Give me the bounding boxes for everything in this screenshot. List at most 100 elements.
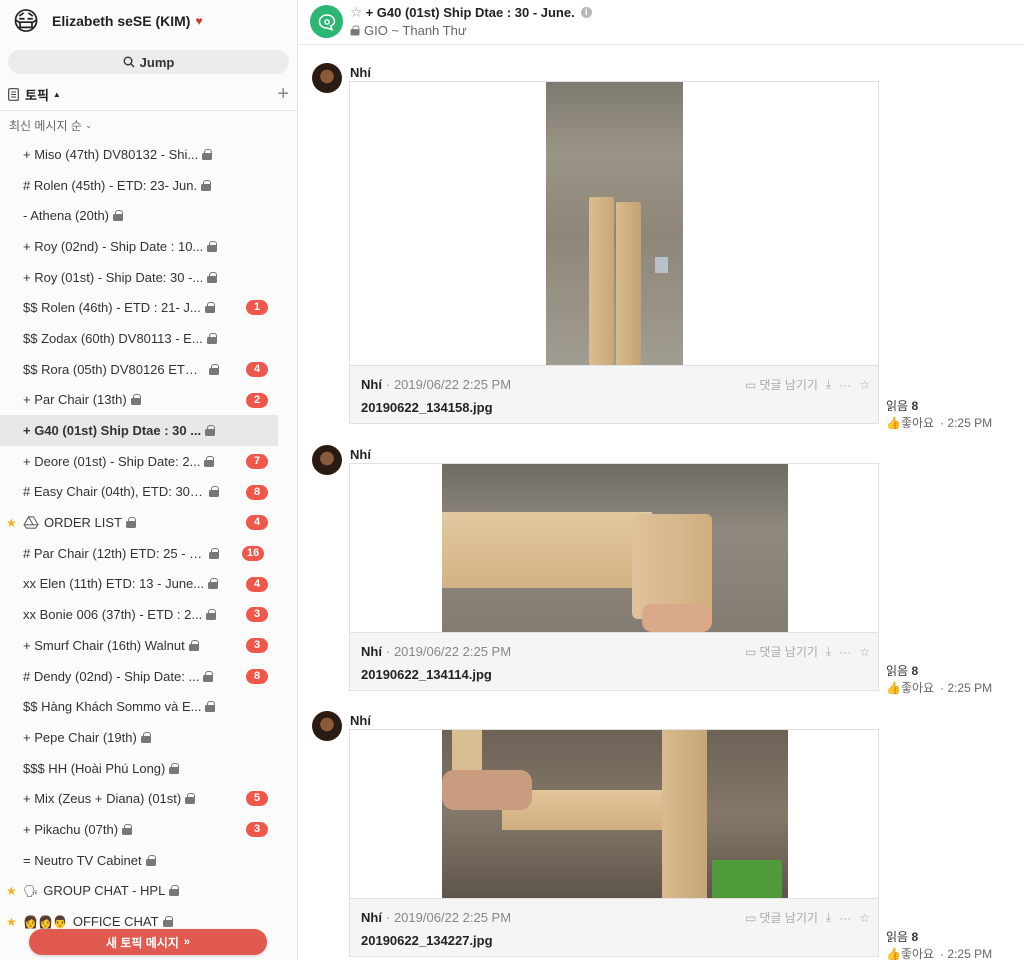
- info-icon[interactable]: i: [580, 7, 592, 18]
- topic-item-active[interactable]: + G40 (01st) Ship Dtae : 30 ...: [0, 415, 278, 446]
- topic-item[interactable]: + Smurf Chair (16th) Walnut 3: [0, 630, 297, 661]
- topic-item[interactable]: - Athena (20th): [0, 200, 297, 231]
- star-outline-icon[interactable]: ☆: [859, 378, 870, 392]
- star-outline-icon[interactable]: ☆: [859, 645, 870, 659]
- caret-up-icon[interactable]: ▲: [53, 90, 61, 99]
- thumbs-up-icon[interactable]: 👍: [886, 681, 901, 695]
- download-icon[interactable]: ⤓: [826, 910, 831, 925]
- read-status: 읽음 8 👍 좋아요 · 2:25 PM: [886, 662, 992, 696]
- lock-icon: [140, 731, 151, 743]
- like-label[interactable]: 좋아요: [901, 945, 934, 960]
- topic-item[interactable]: = Neutro TV Cabinet: [0, 845, 297, 876]
- thumbs-up-icon[interactable]: 👍: [886, 416, 901, 430]
- thumbs-up-icon[interactable]: 👍: [886, 947, 901, 960]
- lock-icon: [203, 670, 214, 682]
- image-preview[interactable]: [350, 82, 878, 365]
- topic-item[interactable]: + Pepe Chair (19th): [0, 722, 297, 753]
- read-count[interactable]: 8: [911, 399, 918, 413]
- read-status: 읽음 8 👍 좋아요 · 2:25 PM: [886, 397, 992, 431]
- topic-label: # Rolen (45th) - ETD: 23- Jun.: [23, 177, 198, 193]
- user-avatar[interactable]: 😷: [10, 5, 42, 37]
- room-subtitle: GIO ~ Thanh Thư: [350, 23, 467, 38]
- topic-item[interactable]: # Par Chair (12th) ETD: 25 - J... 16: [0, 538, 297, 569]
- room-subtitle-text[interactable]: GIO ~ Thanh Thư: [364, 23, 467, 38]
- lock-icon: [202, 148, 213, 160]
- unread-badge: 5: [246, 791, 268, 807]
- read-label: 읽음: [886, 399, 909, 413]
- topic-item[interactable]: xx Bonie 006 (37th) - ETD : 2... 3: [0, 599, 297, 630]
- avatar[interactable]: [312, 711, 342, 741]
- new-topic-message-button[interactable]: 새 토픽 메시지 »: [29, 929, 267, 955]
- topic-item[interactable]: $$ Rolen (46th) - ETD : 21- J... 1: [0, 292, 297, 323]
- sender-name[interactable]: Nhí: [350, 65, 371, 80]
- topic-item[interactable]: + Roy (02nd) - Ship Date : 10...: [0, 231, 297, 262]
- user-name[interactable]: Elizabeth seSE (KIM): [52, 13, 190, 29]
- topic-item[interactable]: $$ Hàng Khách Sommo và E...: [0, 691, 297, 722]
- avatar[interactable]: [312, 445, 342, 475]
- read-count[interactable]: 8: [911, 930, 918, 944]
- file-name[interactable]: 20190622_134114.jpg: [361, 667, 492, 682]
- unread-badge: 8: [246, 484, 268, 500]
- file-name[interactable]: 20190622_134227.jpg: [361, 933, 493, 948]
- topic-item[interactable]: # Dendy (02nd) - Ship Date: ... 8: [0, 661, 297, 692]
- topic-item[interactable]: # Easy Chair (04th), ETD: 30-... 8: [0, 477, 297, 508]
- star-icon[interactable]: ★: [6, 915, 17, 929]
- topic-label: + Miso (47th) DV80132 - Shi...: [23, 146, 199, 162]
- topic-label: GROUP CHAT - HPL: [43, 883, 166, 899]
- topics-title[interactable]: 토픽: [25, 85, 49, 104]
- lock-icon: [162, 916, 173, 928]
- star-outline-icon[interactable]: ☆: [350, 4, 363, 21]
- avatar[interactable]: [312, 63, 342, 93]
- sender-name[interactable]: Nhí: [350, 447, 371, 462]
- like-label[interactable]: 좋아요: [901, 679, 934, 696]
- topic-label: xx Bonie 006 (37th) - ETD : 2...: [23, 607, 203, 623]
- topic-label: # Par Chair (12th) ETD: 25 - J...: [23, 545, 205, 561]
- leave-comment-button[interactable]: 댓글 남기기: [759, 643, 818, 660]
- file-card: Nhí · 2019/06/22 2:25 PM 20190622_134158…: [349, 81, 879, 424]
- sort-dropdown[interactable]: 최신 메시지 순 ⌄: [0, 111, 297, 139]
- topic-item[interactable]: + Roy (01st) - Ship Date: 30 -...: [0, 262, 297, 293]
- file-meta: Nhí · 2019/06/22 2:25 PM 20190622_134158…: [350, 365, 878, 423]
- star-icon[interactable]: ★: [6, 516, 17, 530]
- image-preview[interactable]: [350, 464, 878, 632]
- file-name[interactable]: 20190622_134158.jpg: [361, 400, 493, 415]
- more-icon[interactable]: ···: [839, 378, 851, 392]
- image-preview[interactable]: [350, 730, 878, 898]
- topic-item[interactable]: $$ Rora (05th) DV80126 ETD... 4: [0, 354, 297, 385]
- topic-item[interactable]: + Deore (01st) - Ship Date: 2... 7: [0, 446, 297, 477]
- room-icon[interactable]: [310, 5, 343, 38]
- topic-item[interactable]: + Par Chair (13th) 2: [0, 385, 297, 416]
- topic-item[interactable]: + Mix (Zeus + Diana) (01st) 5: [0, 783, 297, 814]
- download-icon[interactable]: ⤓: [826, 377, 831, 392]
- topic-item[interactable]: # Rolen (45th) - ETD: 23- Jun.: [0, 170, 297, 201]
- unread-badge: 1: [246, 300, 268, 316]
- leave-comment-button[interactable]: 댓글 남기기: [759, 909, 818, 926]
- topic-item[interactable]: + Miso (47th) DV80132 - Shi...: [0, 139, 297, 170]
- like-label[interactable]: 좋아요: [901, 414, 934, 431]
- topic-item[interactable]: ★ ORDER LIST 4: [0, 507, 297, 538]
- star-outline-icon[interactable]: ☆: [859, 911, 870, 925]
- read-count[interactable]: 8: [911, 664, 918, 678]
- add-topic-button[interactable]: +: [277, 83, 289, 106]
- more-icon[interactable]: ···: [839, 645, 851, 659]
- download-icon[interactable]: ⤓: [826, 644, 831, 659]
- unread-badge: 7: [246, 453, 268, 469]
- sort-label: 최신 메시지 순: [9, 118, 82, 133]
- file-actions: ▭ 댓글 남기기 ⤓ ··· ☆: [737, 643, 870, 660]
- star-icon[interactable]: ★: [6, 884, 17, 898]
- leave-comment-button[interactable]: 댓글 남기기: [759, 376, 818, 393]
- topic-label: - Athena (20th): [23, 208, 109, 224]
- topic-item[interactable]: xx Elen (11th) ETD: 13 - June... 4: [0, 569, 297, 600]
- topic-label: $$ Hàng Khách Sommo và E...: [23, 699, 202, 715]
- user-profile[interactable]: 😷 Elizabeth seSE (KIM) ♥: [0, 0, 297, 42]
- topic-item[interactable]: $$ Zodax (60th) DV80113 - E...: [0, 323, 297, 354]
- heart-icon[interactable]: ♥: [195, 14, 202, 28]
- topic-item[interactable]: ★ 🗣 GROUP CHAT - HPL: [0, 876, 297, 907]
- comment-icon: ▭: [745, 644, 757, 659]
- sender-name[interactable]: Nhí: [350, 713, 371, 728]
- more-icon[interactable]: ···: [839, 911, 851, 925]
- jump-button[interactable]: Jump: [8, 50, 289, 74]
- topic-item[interactable]: $$$ HH (Hoài Phú Long): [0, 753, 297, 784]
- topic-item[interactable]: + Pikachu (07th) 3: [0, 814, 297, 845]
- photo-wood-legs: [546, 82, 683, 365]
